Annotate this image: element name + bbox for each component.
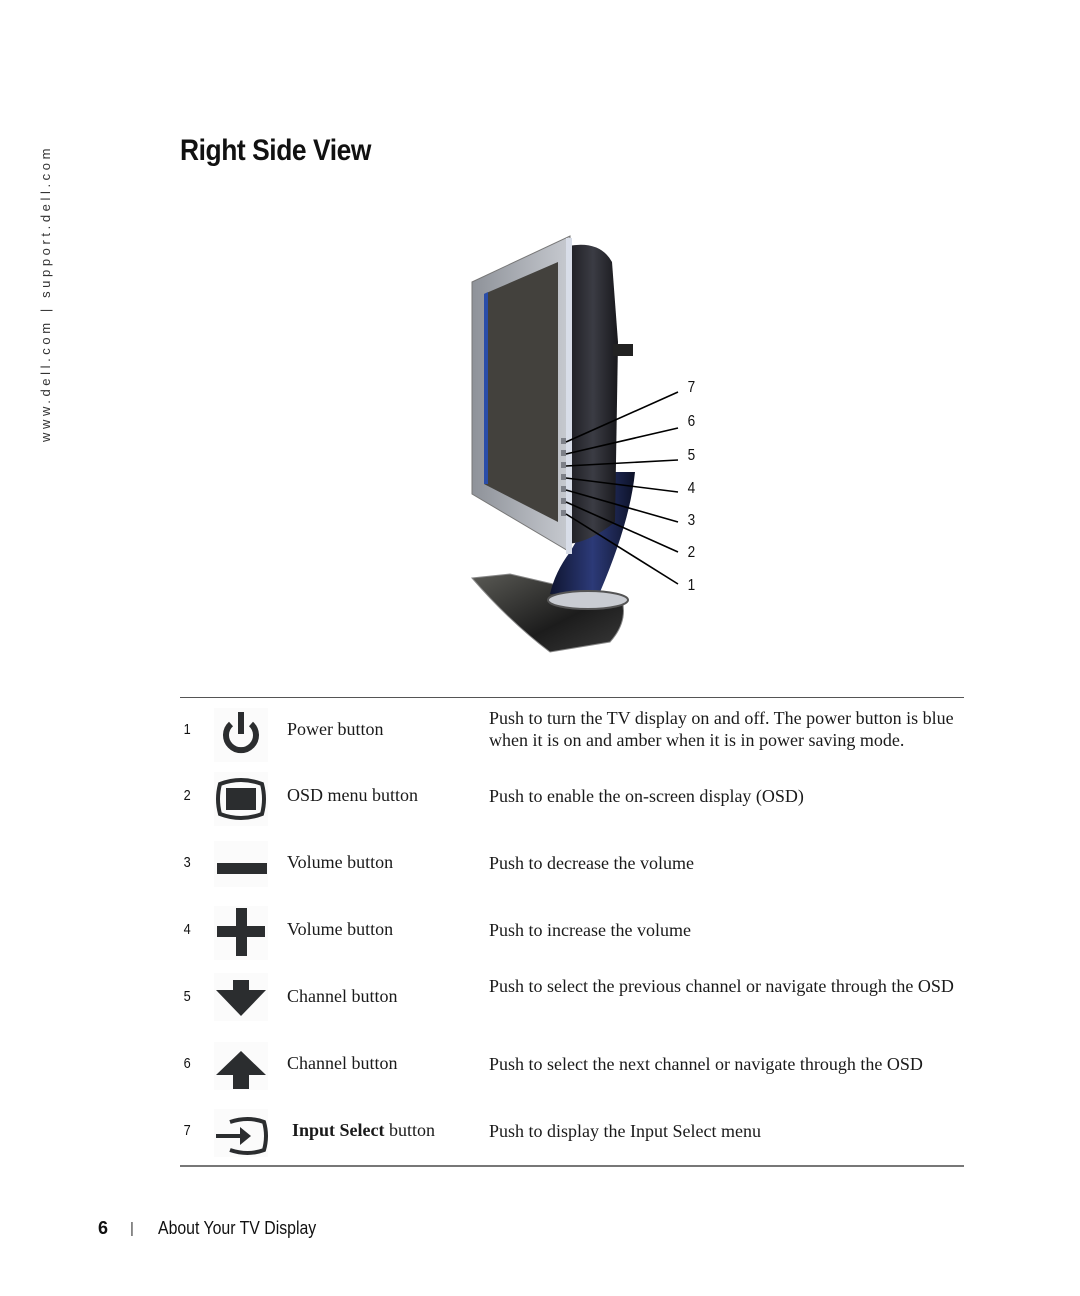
tv-handle (613, 344, 633, 356)
tv-side-view-figure: 7 6 5 4 3 2 1 (450, 222, 710, 672)
table-row: 1 Power button Push to turn the TV displ… (180, 706, 964, 766)
row-description: Push to decrease the volume (489, 853, 694, 873)
row-description: Push to display the Input Select menu (489, 1121, 761, 1141)
row-name: Volume button (287, 852, 394, 872)
tv-screen-edge (484, 292, 488, 484)
table-top-rule (180, 697, 964, 698)
callout-1: 1 (687, 577, 696, 594)
callout-4: 4 (687, 480, 696, 497)
arrow-down-icon (214, 973, 268, 1021)
page-number: 6 (98, 1218, 109, 1238)
table-row: 2 OSD menu button Push to enable the on-… (180, 772, 964, 832)
row-name: Input Select button (292, 1120, 435, 1141)
tv-back-housing (568, 244, 618, 544)
row-number: 1 (183, 721, 191, 738)
callout-6: 6 (687, 413, 696, 430)
row-number: 4 (183, 921, 191, 938)
row-name: Channel button (287, 1053, 398, 1073)
row-description: Push to select the next channel or navig… (489, 1054, 923, 1074)
footer-separator: | (130, 1220, 134, 1237)
sidebar-url: www.dell.com | support.dell.com (38, 144, 53, 442)
row-number: 3 (183, 854, 191, 871)
plus-icon (214, 906, 268, 960)
row-number: 5 (183, 988, 191, 1005)
callout-5: 5 (687, 447, 696, 464)
row-number: 6 (183, 1055, 191, 1072)
row-description: Push to increase the volume (489, 920, 691, 940)
row-name: Channel button (287, 986, 398, 1006)
page-title: Right Side View (180, 134, 371, 167)
table-row: 4 Volume button Push to increase the vol… (180, 906, 964, 966)
power-icon (214, 708, 268, 762)
table-row: 5 Channel button Push to select the prev… (180, 973, 964, 1033)
input-select-icon (214, 1109, 268, 1157)
section-title: About Your TV Display (158, 1218, 317, 1238)
input-select-term: Input Select (292, 1120, 385, 1140)
table-row: 3 Volume button Push to decrease the vol… (180, 839, 964, 899)
arrow-up-icon (214, 1042, 268, 1090)
row-description: Push to enable the on-screen display (OS… (489, 786, 804, 806)
tv-side-strip (566, 238, 572, 554)
row-name: Power button (287, 719, 384, 739)
row-name-suffix: button (384, 1120, 436, 1140)
osd-menu-icon (214, 772, 268, 826)
callout-2: 2 (687, 544, 696, 561)
table-row: 6 Channel button Push to select the next… (180, 1040, 964, 1100)
row-number: 2 (183, 787, 191, 804)
minus-icon (214, 841, 268, 887)
row-name: Volume button (287, 919, 394, 939)
row-description: Push to select the previous channel or n… (489, 976, 954, 996)
tv-screen (484, 262, 558, 522)
stand-ring (547, 590, 629, 610)
table-row: 7 Input Select button Push to display th… (180, 1107, 964, 1167)
callout-3: 3 (687, 512, 696, 529)
tv-illustration (470, 235, 679, 653)
table-bottom-rule (180, 1165, 964, 1167)
callout-7: 7 (687, 379, 696, 396)
row-description: Push to turn the TV display on and off. … (489, 708, 954, 750)
row-number: 7 (183, 1122, 191, 1139)
row-name: OSD menu button (287, 785, 419, 805)
